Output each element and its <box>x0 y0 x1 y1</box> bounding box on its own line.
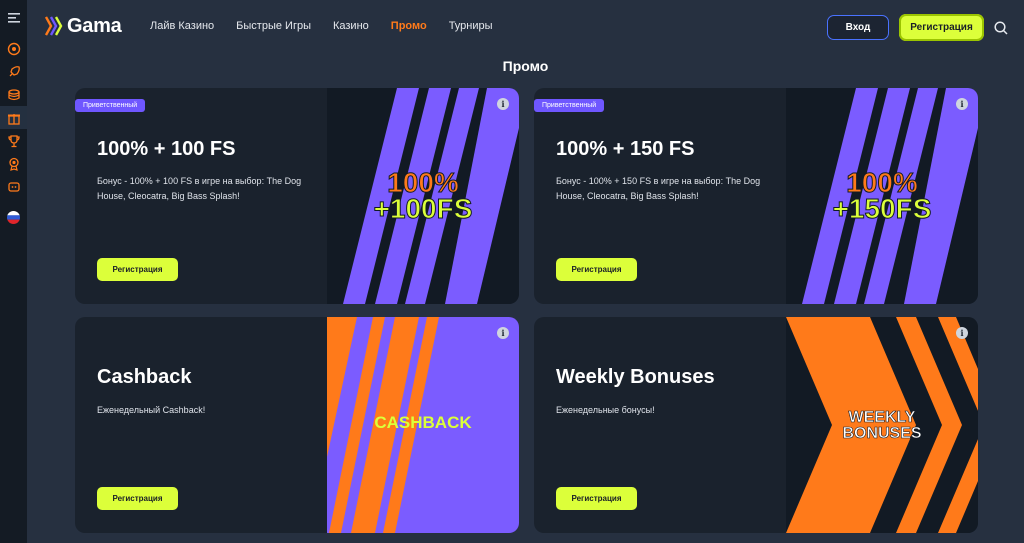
main-nav: Лайв Казино Быстрые Игры Казино Промо Ту… <box>150 20 515 32</box>
logo-icon <box>45 16 63 36</box>
promo-title: Weekly Bonuses <box>556 366 715 388</box>
page-title: Промо <box>502 58 549 74</box>
search-icon[interactable] <box>993 20 1009 36</box>
info-icon[interactable]: i <box>956 98 968 110</box>
info-icon[interactable]: i <box>956 327 968 339</box>
promo-title: 100% + 150 FS <box>556 138 695 160</box>
promo-banner-text-2: BONUSES <box>842 425 921 442</box>
rocket-icon[interactable] <box>0 60 27 83</box>
login-button[interactable]: Вход <box>827 15 889 40</box>
sidebar <box>0 0 27 543</box>
nav-live-casino[interactable]: Лайв Казино <box>150 20 214 32</box>
promo-description: Еженедельный Cashback! <box>97 405 206 415</box>
promo-banner-image: CASHBACK <box>327 317 519 533</box>
menu-icon[interactable] <box>0 6 27 29</box>
medal-icon[interactable] <box>0 152 27 175</box>
logo-text: Gama <box>67 14 122 37</box>
promo-banner-text-2: +100FS <box>374 193 473 224</box>
promo-register-button[interactable]: Регистрация <box>97 258 178 281</box>
promo-register-button[interactable]: Регистрация <box>556 258 637 281</box>
logo[interactable]: Gama <box>45 14 122 38</box>
promo-register-button[interactable]: Регистрация <box>556 487 637 510</box>
promo-banner-image: WEEKLY BONUSES <box>786 317 978 533</box>
nav-tournaments[interactable]: Турниры <box>449 20 493 32</box>
promo-card: Приветственный 100% + 150 FS Бонус - 100… <box>534 88 978 304</box>
casino-chip-icon[interactable] <box>0 37 27 60</box>
header: Gama Лайв Казино Быстрые Игры Казино Про… <box>27 0 1024 54</box>
info-icon[interactable]: i <box>497 327 509 339</box>
chat-icon[interactable] <box>0 175 27 198</box>
promo-banner-text-1: CASHBACK <box>374 413 472 432</box>
coins-icon[interactable] <box>0 83 27 106</box>
russia-flag-icon[interactable] <box>0 206 27 229</box>
promo-card: Cashback Еженедельный Cashback! Регистра… <box>75 317 519 533</box>
promo-title: 100% + 100 FS <box>97 138 236 160</box>
promo-register-button[interactable]: Регистрация <box>97 487 178 510</box>
promo-description: Бонус - 100% + 150 FS в игре на выбор: T… <box>556 176 761 201</box>
info-icon[interactable]: i <box>497 98 509 110</box>
trophy-icon[interactable] <box>0 129 27 152</box>
welcome-badge: Приветственный <box>534 99 605 112</box>
promo-banner-image: 100% +150FS <box>786 88 978 304</box>
gift-icon[interactable] <box>0 106 27 129</box>
promo-card: Приветственный 100% + 100 FS Бонус - 100… <box>75 88 519 304</box>
promo-banner-text-1: WEEKLY <box>849 409 916 426</box>
promo-card: Weekly Bonuses Еженедельные бонусы! Реги… <box>534 317 978 533</box>
promo-banner-text-2: +150FS <box>833 193 932 224</box>
nav-fast-games[interactable]: Быстрые Игры <box>236 20 311 32</box>
promo-banner-image: 100% +100FS <box>327 88 519 304</box>
nav-casino[interactable]: Казино <box>333 20 369 32</box>
register-button[interactable]: Регистрация <box>899 14 984 41</box>
promo-description: Еженедельные бонусы! <box>556 405 655 415</box>
welcome-badge: Приветственный <box>75 99 146 112</box>
promo-title: Cashback <box>97 366 192 388</box>
nav-promo[interactable]: Промо <box>391 20 427 32</box>
promo-description: Бонус - 100% + 100 FS в игре на выбор: T… <box>97 176 302 201</box>
